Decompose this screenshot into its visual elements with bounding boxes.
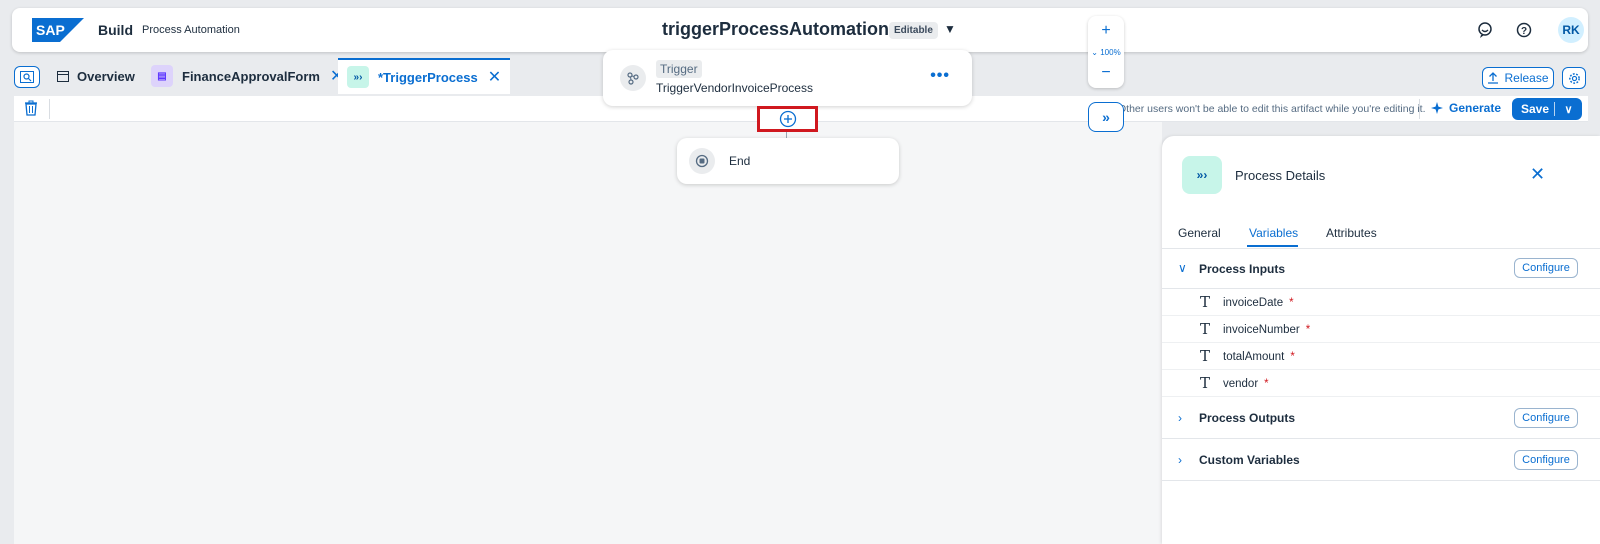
configure-button[interactable]: Configure [1514,258,1578,278]
end-node[interactable]: End [677,138,899,184]
zoom-out-icon[interactable]: − [1088,64,1124,82]
close-icon[interactable]: ✕ [1530,164,1545,185]
zoom-control: + ⌄ 100% − [1088,16,1124,88]
text-type-icon: T [1200,374,1211,392]
configure-button[interactable]: Configure [1514,450,1578,470]
save-label: Save [1521,102,1550,116]
configure-button[interactable]: Configure [1514,408,1578,428]
variable-name: invoiceDate [1223,297,1284,309]
overview-icon [56,65,70,87]
variable-name: vendor [1223,378,1259,390]
variable-name: invoiceNumber [1223,324,1300,336]
tab-general[interactable]: General [1178,226,1221,240]
product-name: Process Automation [142,24,240,36]
variable-row[interactable]: T invoiceNumber * [1162,316,1600,343]
required-marker: * [1305,324,1311,336]
text-type-icon: T [1200,347,1211,365]
variable-row[interactable]: T invoiceDate * [1162,289,1600,316]
trigger-chip: Trigger [656,60,702,78]
search-icon [20,71,34,83]
text-type-icon: T [1200,320,1211,338]
required-marker: * [1264,378,1269,390]
divider [49,99,50,119]
tab-label: *TriggerProcess [378,69,478,85]
feedback-icon[interactable] [1475,20,1495,40]
tab-triggerprocess[interactable]: »› *TriggerProcess ✕ [338,58,511,94]
section-custom-variables[interactable]: › Custom Variables Configure [1162,439,1600,481]
sparkle-icon [1431,102,1443,114]
trigger-name: TriggerVendorInvoiceProcess [656,81,813,95]
active-tab-indicator [1247,245,1298,247]
status-badge: Editable [889,22,938,39]
chevron-down-icon[interactable]: ∨ [1178,261,1187,275]
add-step-highlight [757,106,818,132]
more-options-icon[interactable]: ••• [930,67,950,85]
zoom-in-icon[interactable]: + [1088,22,1124,40]
chevron-right-icon[interactable]: › [1178,411,1182,425]
sap-logo[interactable]: SAP [32,18,84,42]
form-icon: ▤ [151,65,173,87]
zoom-level[interactable]: ⌄ 100% [1088,48,1124,57]
upload-icon [1488,72,1499,84]
release-label: Release [1504,71,1549,85]
section-label: Process Outputs [1199,411,1296,425]
end-label: End [729,154,751,168]
page-title: triggerProcessAutomation [662,19,890,39]
settings-button[interactable] [1562,67,1586,89]
delete-icon[interactable] [24,100,38,119]
section-process-inputs[interactable]: ∨ Process Inputs Configure [1162,249,1600,289]
tab-label: Overview [77,68,135,84]
process-icon: »› [347,66,369,88]
gear-icon [1568,72,1580,84]
stop-icon [689,148,715,174]
text-type-icon: T [1200,293,1211,311]
section-process-outputs[interactable]: › Process Outputs Configure [1162,397,1600,439]
variable-name: totalAmount [1223,351,1285,363]
process-canvas[interactable] [14,122,1162,544]
chevron-right-icon[interactable]: › [1178,453,1182,467]
process-icon: »› [1182,156,1222,194]
tab-variables[interactable]: Variables [1249,226,1298,240]
tab-overview[interactable]: Overview [56,58,135,94]
add-step-icon[interactable] [779,110,797,128]
edit-lock-notice: Other users won't be able to edit this a… [1118,103,1426,115]
section-label: Process Inputs [1199,262,1286,276]
variable-row[interactable]: T vendor * [1162,370,1600,397]
generate-label: Generate [1449,101,1502,115]
brand-name: Build [98,22,133,38]
save-options-chevron-icon[interactable]: ∨ [1555,103,1582,116]
section-label: Custom Variables [1199,453,1300,467]
generate-button[interactable]: Generate [1430,101,1501,115]
shell-bar: SAP Build Process Automation triggerProc… [12,8,1588,52]
title-dropdown-icon[interactable]: ▼ [944,22,956,36]
save-button[interactable]: Save ∨ [1512,98,1582,120]
tab-financeapprovalform[interactable]: ▤ FinanceApprovalForm ✕ [151,58,343,94]
search-artifacts-button[interactable] [14,66,40,88]
required-marker: * [1289,297,1294,309]
svg-text:?: ? [1521,26,1527,37]
trigger-icon [620,65,646,91]
close-tab-icon[interactable]: ✕ [488,67,501,87]
user-avatar[interactable]: RK [1558,17,1584,43]
variable-row[interactable]: T totalAmount * [1162,343,1600,370]
divider [1419,99,1420,119]
trigger-node[interactable]: Trigger TriggerVendorInvoiceProcess ••• [603,50,972,106]
tab-attributes[interactable]: Attributes [1326,226,1377,240]
required-marker: * [1290,351,1295,363]
process-details-panel: »› Process Details ✕ General Variables A… [1162,136,1600,544]
release-button[interactable]: Release [1482,67,1554,89]
expand-panel-button[interactable]: » [1088,102,1124,132]
panel-title: Process Details [1235,168,1326,183]
help-icon[interactable]: ? [1514,20,1534,40]
divider [1554,102,1555,116]
tab-label: FinanceApprovalForm [182,68,320,84]
logo-text: SAP [36,22,65,38]
